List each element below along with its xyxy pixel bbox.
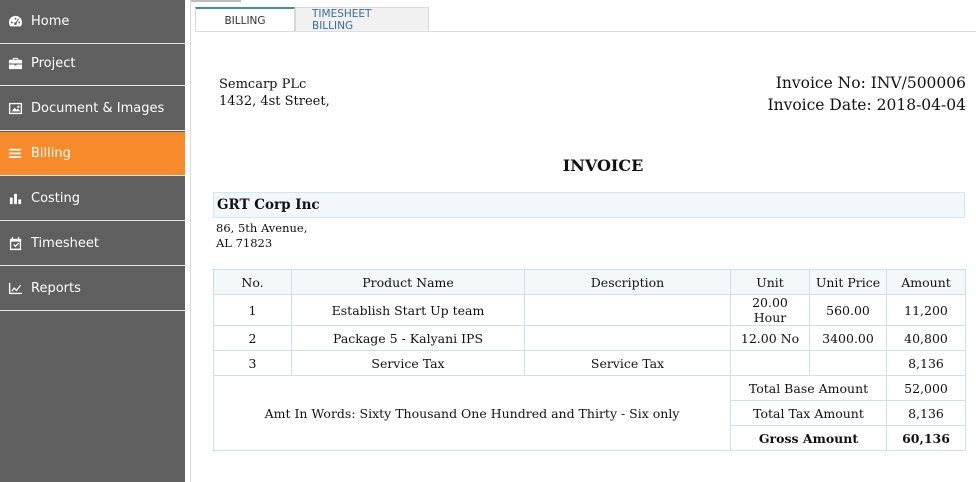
cell-unit-price: 3400.00: [809, 325, 887, 351]
client-name: GRT Corp Inc: [213, 192, 965, 218]
cell-unit: 20.00 Hour: [730, 294, 810, 326]
list-icon: [7, 146, 23, 162]
sidebar-item-label: Costing: [31, 191, 81, 206]
cell-no: 2: [213, 325, 292, 351]
sidebar-item-label: Project: [31, 56, 76, 71]
cell-unit: [730, 350, 810, 376]
image-icon: [7, 101, 23, 117]
tab-bar: BILLING TIMESHEET BILLING: [195, 7, 429, 32]
table-row: 3 Service Tax Service Tax 8,136: [213, 350, 966, 376]
invoice-date: Invoice Date: 2018-04-04: [767, 96, 966, 114]
total-base-value: 52,000: [886, 375, 966, 401]
tab-billing[interactable]: BILLING: [195, 7, 295, 32]
column-header: Amount: [886, 269, 966, 295]
column-header: Unit Price: [809, 269, 887, 295]
table-row: 2 Package 5 - Kalyani IPS 12.00 No 3400.…: [213, 325, 966, 351]
top-strip: [191, 0, 241, 2]
sidebar-item-reports[interactable]: Reports: [0, 267, 185, 311]
sidebar: Home Project Document & Images Billing C…: [0, 0, 185, 482]
cell-product: Establish Start Up team: [291, 294, 525, 326]
cell-no: 1: [213, 294, 292, 326]
line-chart-icon: [7, 281, 23, 297]
invoice-table: No. Product Name Description Unit Unit P…: [213, 269, 966, 451]
client-address: 86, 5th Avenue, AL 71823: [216, 221, 307, 251]
invoice-number: Invoice No: INV/500006: [775, 74, 966, 92]
sidebar-item-label: Reports: [31, 281, 81, 296]
main-content: BILLING TIMESHEET BILLING Semcarp PLc 14…: [185, 0, 976, 482]
calendar-check-icon: [7, 236, 23, 252]
column-header: Product Name: [291, 269, 525, 295]
gross-amount-value: 60,136: [886, 425, 966, 451]
dashboard-icon: [7, 14, 23, 30]
content-border: [190, 0, 191, 482]
bar-chart-icon: [7, 191, 23, 207]
cell-description: [524, 294, 731, 326]
gross-amount-label: Gross Amount: [730, 425, 887, 451]
sidebar-item-documents[interactable]: Document & Images: [0, 87, 185, 131]
cell-amount: 8,136: [886, 350, 966, 376]
total-base-label: Total Base Amount: [730, 375, 887, 401]
cell-unit: 12.00 No: [730, 325, 810, 351]
column-header: Unit: [730, 269, 810, 295]
cell-unit-price: [809, 350, 887, 376]
cell-description: [524, 325, 731, 351]
totals-row: Amt In Words: Sixty Thousand One Hundred…: [213, 375, 966, 451]
invoice-title: INVOICE: [562, 156, 644, 175]
tab-divider: [195, 31, 976, 32]
cell-amount: 11,200: [886, 294, 966, 326]
sidebar-item-costing[interactable]: Costing: [0, 177, 185, 221]
column-header: No.: [213, 269, 292, 295]
briefcase-icon: [7, 56, 23, 72]
cell-no: 3: [213, 350, 292, 376]
cell-product: Service Tax: [291, 350, 525, 376]
table-row: 1 Establish Start Up team 20.00 Hour 560…: [213, 294, 966, 326]
total-tax-value: 8,136: [886, 400, 966, 426]
company-address: 1432, 4st Street,: [219, 94, 330, 109]
client-address-line: AL 71823: [216, 236, 273, 250]
sidebar-item-timesheet[interactable]: Timesheet: [0, 222, 185, 266]
sidebar-item-label: Home: [31, 14, 70, 29]
sidebar-item-label: Timesheet: [31, 236, 99, 251]
total-tax-label: Total Tax Amount: [730, 400, 887, 426]
cell-unit-price: 560.00: [809, 294, 887, 326]
invoice-meta: Invoice No: INV/500006 Invoice Date: 201…: [767, 72, 966, 116]
client-address-line: 86, 5th Avenue,: [216, 221, 308, 235]
cell-description: Service Tax: [524, 350, 731, 376]
amount-in-words: Amt In Words: Sixty Thousand One Hundred…: [213, 375, 731, 451]
sidebar-item-home[interactable]: Home: [0, 0, 185, 44]
sidebar-item-label: Billing: [31, 146, 71, 161]
sidebar-item-billing[interactable]: Billing: [0, 132, 185, 176]
sidebar-item-label: Document & Images: [31, 101, 165, 116]
company-info: Semcarp PLc 1432, 4st Street,: [219, 76, 330, 110]
cell-product: Package 5 - Kalyani IPS: [291, 325, 525, 351]
cell-amount: 40,800: [886, 325, 966, 351]
tab-timesheet-billing[interactable]: TIMESHEET BILLING: [295, 7, 429, 32]
column-header: Description: [524, 269, 731, 295]
company-name: Semcarp PLc: [219, 77, 307, 92]
sidebar-item-project[interactable]: Project: [0, 42, 185, 86]
table-header-row: No. Product Name Description Unit Unit P…: [213, 269, 966, 295]
